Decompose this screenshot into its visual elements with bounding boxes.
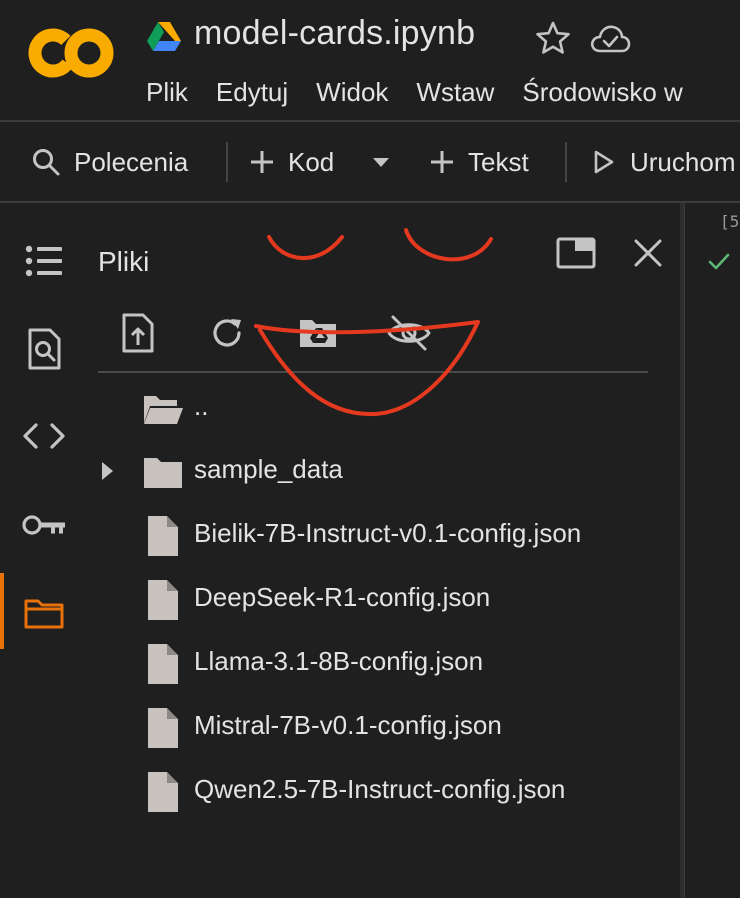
file-icon (148, 516, 178, 556)
toolbar-divider (226, 142, 228, 182)
search-icon (33, 149, 60, 176)
file-row[interactable]: Qwen2.5-7B-Instruct-config.json (85, 766, 680, 816)
run-label: Uruchom (630, 146, 736, 177)
toolbar: Polecenia Kod Tekst Uruchom (0, 122, 740, 202)
files-panel: Pliki .. sample_data Bielik-7B-Instruct-… (85, 203, 680, 898)
folder-icon (144, 458, 182, 488)
find-replace-icon (28, 328, 61, 370)
find-and-replace-button[interactable] (20, 325, 68, 373)
toc-icon (25, 245, 62, 277)
file-name: Mistral-7B-v0.1-config.json (194, 710, 502, 740)
menu-view[interactable]: Widok (316, 75, 388, 109)
file-row[interactable]: Mistral-7B-v0.1-config.json (85, 702, 680, 752)
colab-window: model-cards.ipynb Plik Edytuj Widok Wstaw Śr… (0, 0, 740, 898)
notebook-title[interactable]: model-cards.ipynb (194, 14, 475, 53)
file-name: Qwen2.5-7B-Instruct-config.json (194, 774, 566, 804)
add-code-button[interactable]: Kod (248, 142, 334, 182)
file-name: DeepSeek-R1-config.json (194, 582, 491, 612)
code-snippets-button[interactable] (20, 412, 68, 460)
file-icon (148, 708, 178, 748)
notebook-border (684, 203, 685, 898)
commands-button[interactable]: Polecenia (30, 142, 188, 182)
panel-divider (98, 371, 648, 373)
code-snippets-icon (23, 423, 65, 449)
file-icon (148, 644, 178, 684)
mount-drive-icon (300, 320, 336, 347)
play-icon (594, 150, 614, 174)
panel-title: Pliki (98, 246, 150, 277)
upload-button[interactable] (114, 311, 162, 355)
file-row[interactable]: Llama-3.1-8B-config.json (85, 638, 680, 688)
secrets-button[interactable] (20, 501, 68, 549)
toggle-hidden-files-button[interactable] (382, 311, 436, 355)
cell-execution-count: [5 (720, 212, 740, 231)
active-tab-indicator (0, 573, 4, 649)
file-row[interactable]: DeepSeek-R1-config.json (85, 574, 680, 624)
close-icon (634, 239, 662, 267)
parent-directory-label: .. (194, 391, 209, 421)
menu-edit[interactable]: Edytuj (216, 75, 288, 109)
menu-insert[interactable]: Wstaw (416, 75, 494, 109)
open-in-window-icon (556, 237, 596, 269)
chevron-right-icon[interactable] (97, 458, 117, 484)
mount-drive-button[interactable] (293, 311, 343, 355)
code-options-dropdown[interactable] (370, 142, 392, 182)
folder-row[interactable]: sample_data (85, 446, 680, 496)
check-icon (708, 253, 730, 270)
folder-name: sample_data (194, 454, 343, 484)
close-panel-button[interactable] (626, 231, 670, 275)
key-icon (22, 515, 65, 535)
colab-logo[interactable] (28, 26, 114, 80)
hide-files-icon (387, 315, 431, 351)
google-drive-icon[interactable] (146, 21, 182, 53)
commands-label: Polecenia (74, 146, 189, 177)
plus-icon (251, 151, 273, 173)
add-text-label: Tekst (468, 146, 529, 177)
parent-directory-row[interactable]: .. (85, 383, 680, 433)
left-rail (0, 203, 85, 898)
menu-runtime[interactable]: Środowisko w (522, 75, 682, 109)
menu-bar: Plik Edytuj Widok Wstaw Środowisko w (146, 75, 711, 109)
file-row[interactable]: Bielik-7B-Instruct-v0.1-config.json (85, 510, 680, 560)
add-text-button[interactable]: Tekst (428, 142, 529, 182)
open-in-tab-button[interactable] (551, 231, 601, 275)
header: model-cards.ipynb Plik Edytuj Widok Wstaw Śr… (0, 0, 740, 121)
file-icon (148, 772, 178, 812)
refresh-icon (213, 319, 241, 347)
table-of-contents-button[interactable] (20, 237, 68, 285)
file-icon (148, 580, 178, 620)
file-name: Llama-3.1-8B-config.json (194, 646, 484, 676)
star-icon[interactable] (535, 20, 571, 56)
refresh-button[interactable] (203, 311, 251, 355)
folder-icon (24, 599, 64, 629)
toolbar-divider (565, 142, 567, 182)
upload-icon (122, 313, 154, 353)
folder-open-icon (144, 396, 183, 424)
caret-down-icon (373, 158, 389, 167)
run-all-button[interactable]: Uruchom (592, 142, 735, 182)
menu-file[interactable]: Plik (146, 75, 188, 109)
files-button[interactable] (20, 589, 68, 637)
cloud-check-icon[interactable] (589, 21, 631, 55)
file-name: Bielik-7B-Instruct-v0.1-config.json (194, 518, 582, 548)
add-code-label: Kod (288, 146, 335, 177)
plus-icon (431, 151, 453, 173)
